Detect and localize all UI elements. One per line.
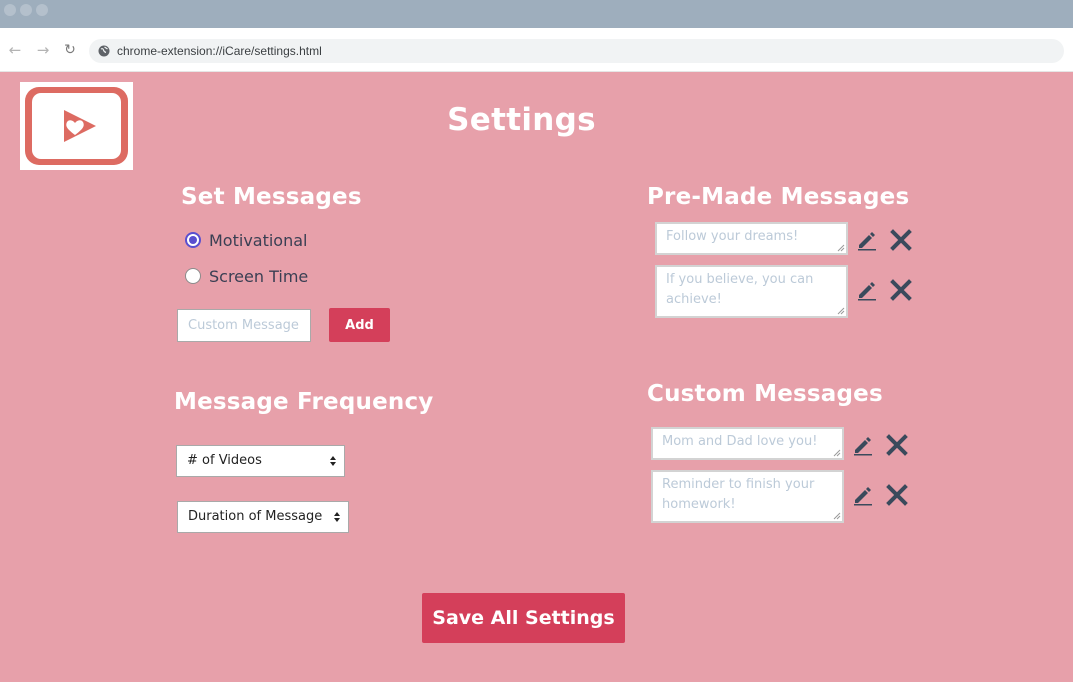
radio-button[interactable]	[185, 232, 201, 248]
settings-page: Settings Set Messages Motivational Scree…	[0, 72, 1073, 682]
edit-pencil-icon[interactable]	[852, 484, 874, 506]
url-text: chrome-extension://iCare/settings.html	[117, 44, 322, 58]
delete-x-icon[interactable]	[890, 229, 912, 251]
globe-icon	[98, 45, 110, 57]
back-icon[interactable]: ←	[6, 41, 24, 59]
address-bar[interactable]: chrome-extension://iCare/settings.html	[89, 39, 1064, 63]
resize-grip-icon[interactable]	[837, 244, 845, 252]
premade-messages-heading: Pre-Made Messages	[647, 184, 910, 210]
radio-motivational[interactable]: Motivational	[185, 230, 307, 250]
message-text: If you believe, you can achieve!	[666, 272, 814, 307]
custom-message-1[interactable]: Mom and Dad love you!	[651, 427, 844, 460]
message-text: Reminder to finish your homework!	[662, 477, 815, 512]
edit-pencil-icon[interactable]	[856, 229, 878, 251]
premade-message-1[interactable]: Follow your dreams!	[655, 222, 848, 255]
page-title: Settings	[447, 102, 596, 138]
select-arrows-icon	[334, 512, 340, 522]
videos-select[interactable]: # of Videos	[176, 445, 345, 477]
radio-button[interactable]	[185, 268, 201, 284]
save-all-settings-button[interactable]: Save All Settings	[422, 593, 625, 643]
window-close-dot[interactable]	[4, 4, 16, 16]
videos-select-value: # of Videos	[187, 453, 262, 468]
radio-screen-time[interactable]: Screen Time	[185, 266, 308, 286]
radio-label: Screen Time	[209, 266, 309, 286]
radio-label: Motivational	[209, 230, 308, 250]
browser-toolbar: ← → ↻ chrome-extension://iCare/settings.…	[0, 28, 1073, 72]
edit-pencil-icon[interactable]	[856, 279, 878, 301]
resize-grip-icon[interactable]	[833, 512, 841, 520]
resize-grip-icon[interactable]	[837, 307, 845, 315]
forward-icon[interactable]: →	[34, 41, 52, 59]
message-frequency-heading: Message Frequency	[174, 389, 434, 415]
custom-messages-heading: Custom Messages	[647, 381, 883, 407]
message-text: Mom and Dad love you!	[662, 434, 818, 449]
custom-message-2[interactable]: Reminder to finish your homework!	[651, 470, 844, 523]
message-text: Follow your dreams!	[666, 229, 799, 244]
select-arrows-icon	[330, 456, 336, 466]
add-button[interactable]: Add	[329, 308, 390, 342]
window-titlebar	[0, 0, 1073, 28]
delete-x-icon[interactable]	[886, 484, 908, 506]
edit-pencil-icon[interactable]	[852, 434, 874, 456]
window-maximize-dot[interactable]	[36, 4, 48, 16]
reload-icon[interactable]: ↻	[61, 41, 79, 59]
set-messages-heading: Set Messages	[181, 184, 362, 210]
resize-grip-icon[interactable]	[833, 449, 841, 457]
delete-x-icon[interactable]	[886, 434, 908, 456]
delete-x-icon[interactable]	[890, 279, 912, 301]
custom-message-input[interactable]	[177, 309, 311, 342]
window-minimize-dot[interactable]	[20, 4, 32, 16]
duration-select-value: Duration of Message	[188, 509, 323, 524]
duration-select[interactable]: Duration of Message	[177, 501, 349, 533]
premade-message-2[interactable]: If you believe, you can achieve!	[655, 265, 848, 318]
